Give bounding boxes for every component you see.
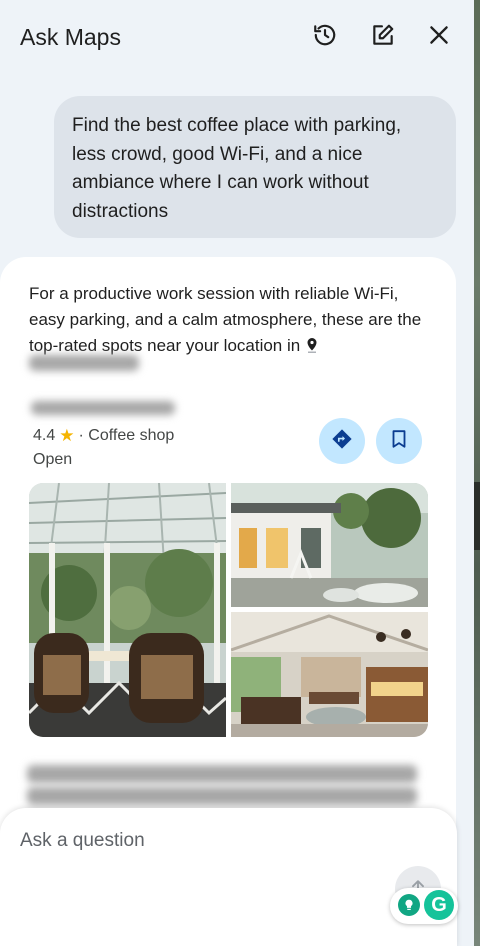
grammarly-icon: G [424,890,454,920]
panel-header: Ask Maps [0,0,474,74]
ask-question-input[interactable] [20,830,380,852]
edit-icon [370,22,396,53]
open-status: Open [33,451,73,468]
redacted-text-line-2 [27,787,417,805]
redacted-location [29,355,139,371]
directions-button[interactable] [319,418,365,464]
browser-extension-badge[interactable]: G [390,888,458,924]
history-icon [312,22,338,53]
map-edge [474,0,480,946]
redacted-text-line-1 [27,765,417,783]
answer-intro: For a productive work session with relia… [29,281,439,359]
location-pin-icon [305,335,319,353]
page-title: Ask Maps [20,24,121,50]
panel-resize-handle[interactable] [474,482,480,550]
redacted-place-name[interactable] [31,401,175,415]
place-photo-exterior[interactable] [231,483,428,607]
place-photo-interior[interactable] [231,612,428,737]
star-icon: ★ [59,426,75,445]
directions-icon [331,428,353,455]
user-message-bubble: Find the best coffee place with parking,… [54,96,456,238]
ask-question-box [0,808,457,946]
lightbulb-icon [398,894,420,916]
ask-maps-panel: Ask Maps Find the best coffee place with… [0,0,474,946]
save-button[interactable] [376,418,422,464]
bookmark-icon [388,428,410,455]
place-category: · Coffee shop [78,427,175,444]
place-photo-main[interactable] [29,483,226,737]
rating-value: 4.4 [33,427,56,444]
answer-intro-text: For a productive work session with relia… [29,284,422,355]
place-rating-row: 4.4 ★ · Coffee shop [33,426,174,446]
new-chat-button[interactable] [368,22,398,52]
close-button[interactable] [424,22,454,52]
history-button[interactable] [310,22,340,52]
close-icon [426,22,452,53]
